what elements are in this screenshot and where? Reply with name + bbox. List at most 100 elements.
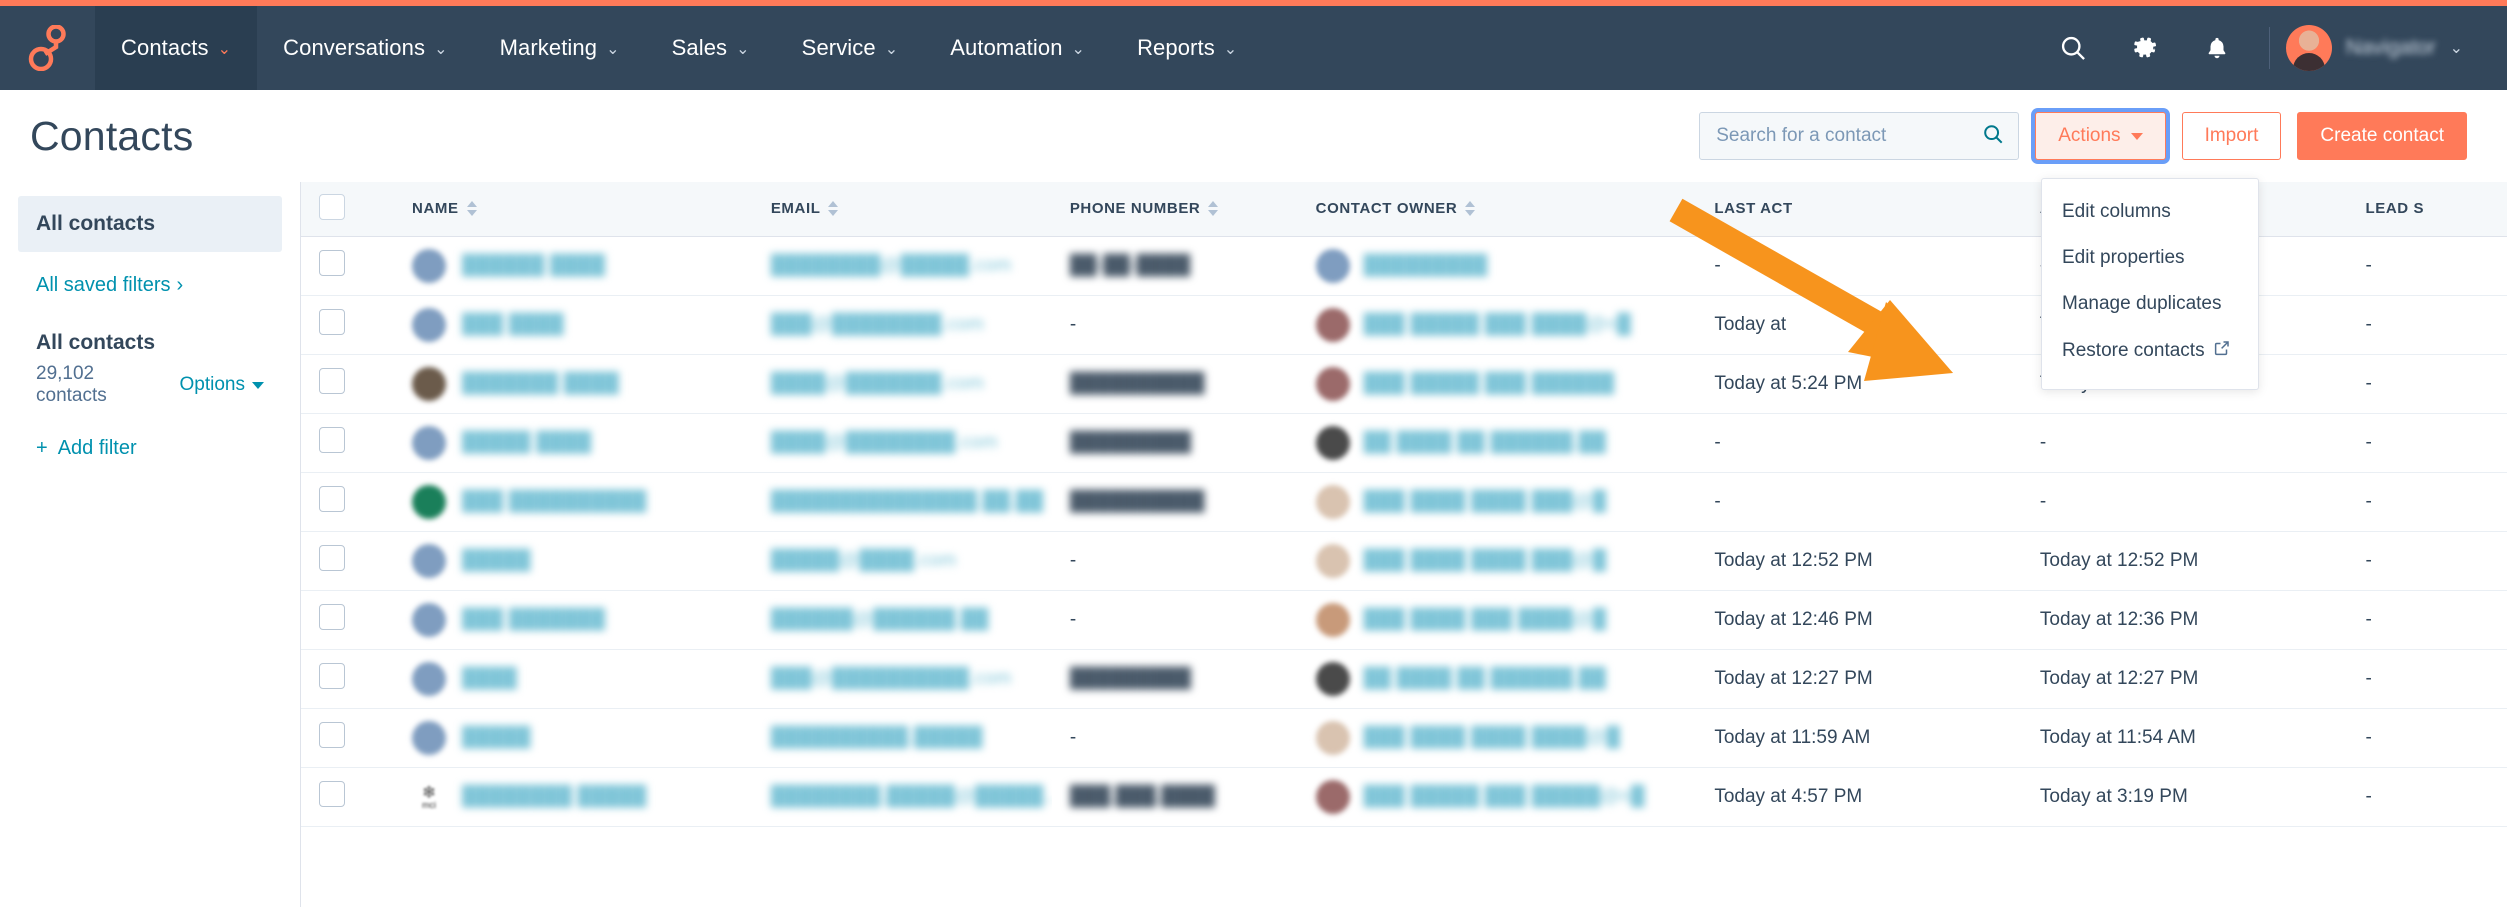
cell-name[interactable]: ███ ██████████	[394, 472, 753, 531]
contact-email-link[interactable]: ███@██████████.com	[771, 668, 1012, 689]
search-contact-box[interactable]	[1699, 112, 2019, 160]
column-header-name[interactable]: NAME	[394, 182, 753, 236]
contact-email-link[interactable]: ████@███████.com	[771, 373, 984, 394]
row-checkbox[interactable]	[319, 781, 345, 807]
cell-email[interactable]: ████████@█████.com	[753, 236, 1052, 295]
sort-icon[interactable]	[828, 201, 838, 216]
contact-email-link[interactable]: ███████████████.██.██	[771, 491, 1044, 512]
row-select-cell[interactable]	[301, 708, 394, 767]
nav-item-automation[interactable]: Automation ⌄	[924, 6, 1111, 90]
contact-name-link[interactable]: █████	[462, 550, 531, 572]
contact-email-link[interactable]: ████@████████.com	[771, 432, 998, 453]
gear-icon[interactable]	[2109, 6, 2181, 90]
table-row[interactable]: ██████████@████.com-███ ████ ████ ███@█T…	[301, 531, 2507, 590]
sidebar-item-all-contacts[interactable]: All contacts	[18, 196, 282, 252]
cell-email[interactable]: ████████.█████@█████...	[753, 767, 1052, 826]
menu-item-manage-duplicates[interactable]: Manage duplicates	[2042, 281, 2258, 327]
contact-owner-link[interactable]: ███ █████ ███ █████@n█	[1364, 786, 1645, 808]
table-row[interactable]: ███ █████████████████████████.██.███████…	[301, 472, 2507, 531]
contact-name-link[interactable]: ███████ ████	[462, 373, 619, 395]
cell-email[interactable]: ███@██████████.com	[753, 649, 1052, 708]
row-select-cell[interactable]	[301, 295, 394, 354]
row-select-cell[interactable]	[301, 236, 394, 295]
contact-owner-link[interactable]: ███ ████ ████ ███@█	[1364, 491, 1607, 513]
contact-owner-link[interactable]: ███ █████ ███ ██████	[1364, 373, 1615, 395]
cell-name[interactable]: █████	[394, 531, 753, 590]
row-checkbox[interactable]	[319, 309, 345, 335]
contact-owner-link[interactable]: ███ ████ ████ ████@█	[1364, 727, 1621, 749]
cell-name[interactable]: █████ ████	[394, 413, 753, 472]
contact-name-link[interactable]: █████ ████	[462, 432, 591, 454]
cell-owner[interactable]: ██ ████ ██ ██████.██	[1298, 413, 1697, 472]
contact-email-link[interactable]: ████████.█████@█████...	[771, 786, 1052, 807]
cell-email[interactable]: ███@████████.com	[753, 295, 1052, 354]
sort-icon[interactable]	[1208, 201, 1218, 216]
row-checkbox[interactable]	[319, 604, 345, 630]
contact-email-link[interactable]: ███@████████.com	[771, 314, 984, 335]
row-checkbox[interactable]	[319, 250, 345, 276]
contact-owner-link[interactable]: ███ ████ ████ ███@█	[1364, 550, 1607, 572]
table-row[interactable]: █████ ████████@████████.com███████████ █…	[301, 413, 2507, 472]
contact-owner-link[interactable]: ██ ████ ██ ██████.██	[1364, 432, 1607, 454]
contact-name-link[interactable]: ████████ █████	[462, 786, 646, 808]
nav-item-contacts[interactable]: Contacts ⌄	[95, 6, 257, 90]
contact-name-link[interactable]: ███ ███████	[462, 609, 605, 631]
row-checkbox[interactable]	[319, 427, 345, 453]
column-header-phone[interactable]: PHONE NUMBER	[1052, 182, 1298, 236]
row-select-cell[interactable]	[301, 472, 394, 531]
table-row[interactable]: ███████████████.█████-███ ████ ████ ████…	[301, 708, 2507, 767]
cell-owner[interactable]: ███ █████ ███ █████@n█	[1298, 767, 1697, 826]
row-select-cell[interactable]	[301, 649, 394, 708]
contact-email-link[interactable]: ████████@█████.com	[771, 255, 1012, 276]
contact-name-link[interactable]: █████	[462, 727, 531, 749]
contact-email-link[interactable]: ██████@██████.██	[771, 609, 989, 630]
menu-item-edit-columns[interactable]: Edit columns	[2042, 189, 2258, 235]
cell-owner[interactable]: ███ ████ ████ ███@█	[1298, 472, 1697, 531]
cell-email[interactable]: ███████████████.██.██	[753, 472, 1052, 531]
cell-email[interactable]: █████@████.com	[753, 531, 1052, 590]
search-input[interactable]	[1716, 125, 1974, 147]
cell-email[interactable]: ████@████████.com	[753, 413, 1052, 472]
search-icon[interactable]	[1982, 123, 2004, 150]
contact-email-link[interactable]: █████@████.com	[771, 550, 957, 571]
row-select-cell[interactable]	[301, 354, 394, 413]
row-checkbox[interactable]	[319, 545, 345, 571]
cell-name[interactable]: ███ ███████	[394, 590, 753, 649]
contact-owner-link[interactable]: ██ ████ ██ ██████.██	[1364, 668, 1607, 690]
bell-icon[interactable]	[2181, 6, 2253, 90]
row-select-cell[interactable]	[301, 767, 394, 826]
row-checkbox[interactable]	[319, 368, 345, 394]
cell-name[interactable]: ████	[394, 649, 753, 708]
cell-email[interactable]: ██████@██████.██	[753, 590, 1052, 649]
cell-name[interactable]: █████	[394, 708, 753, 767]
sidebar-all-saved-filters[interactable]: All saved filters ›	[18, 274, 282, 297]
menu-item-restore-contacts[interactable]: Restore contacts	[2042, 327, 2258, 375]
cell-owner[interactable]: ███ █████ ███ ████@n█	[1298, 295, 1697, 354]
row-checkbox[interactable]	[319, 663, 345, 689]
column-header-lead-status[interactable]: LEAD S	[2347, 182, 2507, 236]
contact-name-link[interactable]: ██████ ████	[462, 255, 605, 277]
row-checkbox[interactable]	[319, 486, 345, 512]
row-checkbox[interactable]	[319, 722, 345, 748]
column-header-last-activity[interactable]: LAST ACT	[1696, 182, 2022, 236]
contact-name-link[interactable]: ███ ██████████	[462, 491, 646, 513]
cell-name[interactable]: ██████ ████	[394, 236, 753, 295]
view-options-button[interactable]: Options	[180, 374, 264, 396]
cell-name[interactable]: ❄mci████████ █████	[394, 767, 753, 826]
create-contact-button[interactable]: Create contact	[2297, 112, 2467, 160]
sort-icon[interactable]	[467, 201, 477, 216]
cell-owner[interactable]: ███ ████ ████ ███@█	[1298, 531, 1697, 590]
user-menu[interactable]: Navigator ⌄	[2286, 25, 2467, 71]
nav-item-reports[interactable]: Reports ⌄	[1111, 6, 1263, 90]
contact-owner-link[interactable]: ███ █████ ███ ████@n█	[1364, 314, 1631, 336]
contact-name-link[interactable]: ████	[462, 668, 517, 690]
contact-email-link[interactable]: ██████████.█████	[771, 727, 983, 748]
cell-owner[interactable]: ██ ████ ██ ██████.██	[1298, 649, 1697, 708]
import-button[interactable]: Import	[2182, 112, 2282, 160]
menu-item-edit-properties[interactable]: Edit properties	[2042, 235, 2258, 281]
select-all-checkbox[interactable]	[319, 194, 345, 220]
table-row[interactable]: ███ █████████████@██████.██-███ ████ ███…	[301, 590, 2507, 649]
add-filter-button[interactable]: + Add filter	[18, 437, 282, 460]
cell-owner[interactable]: ███ █████ ███ ██████	[1298, 354, 1697, 413]
table-row[interactable]: ❄mci████████ █████ ████████.█████@█████..…	[301, 767, 2507, 826]
